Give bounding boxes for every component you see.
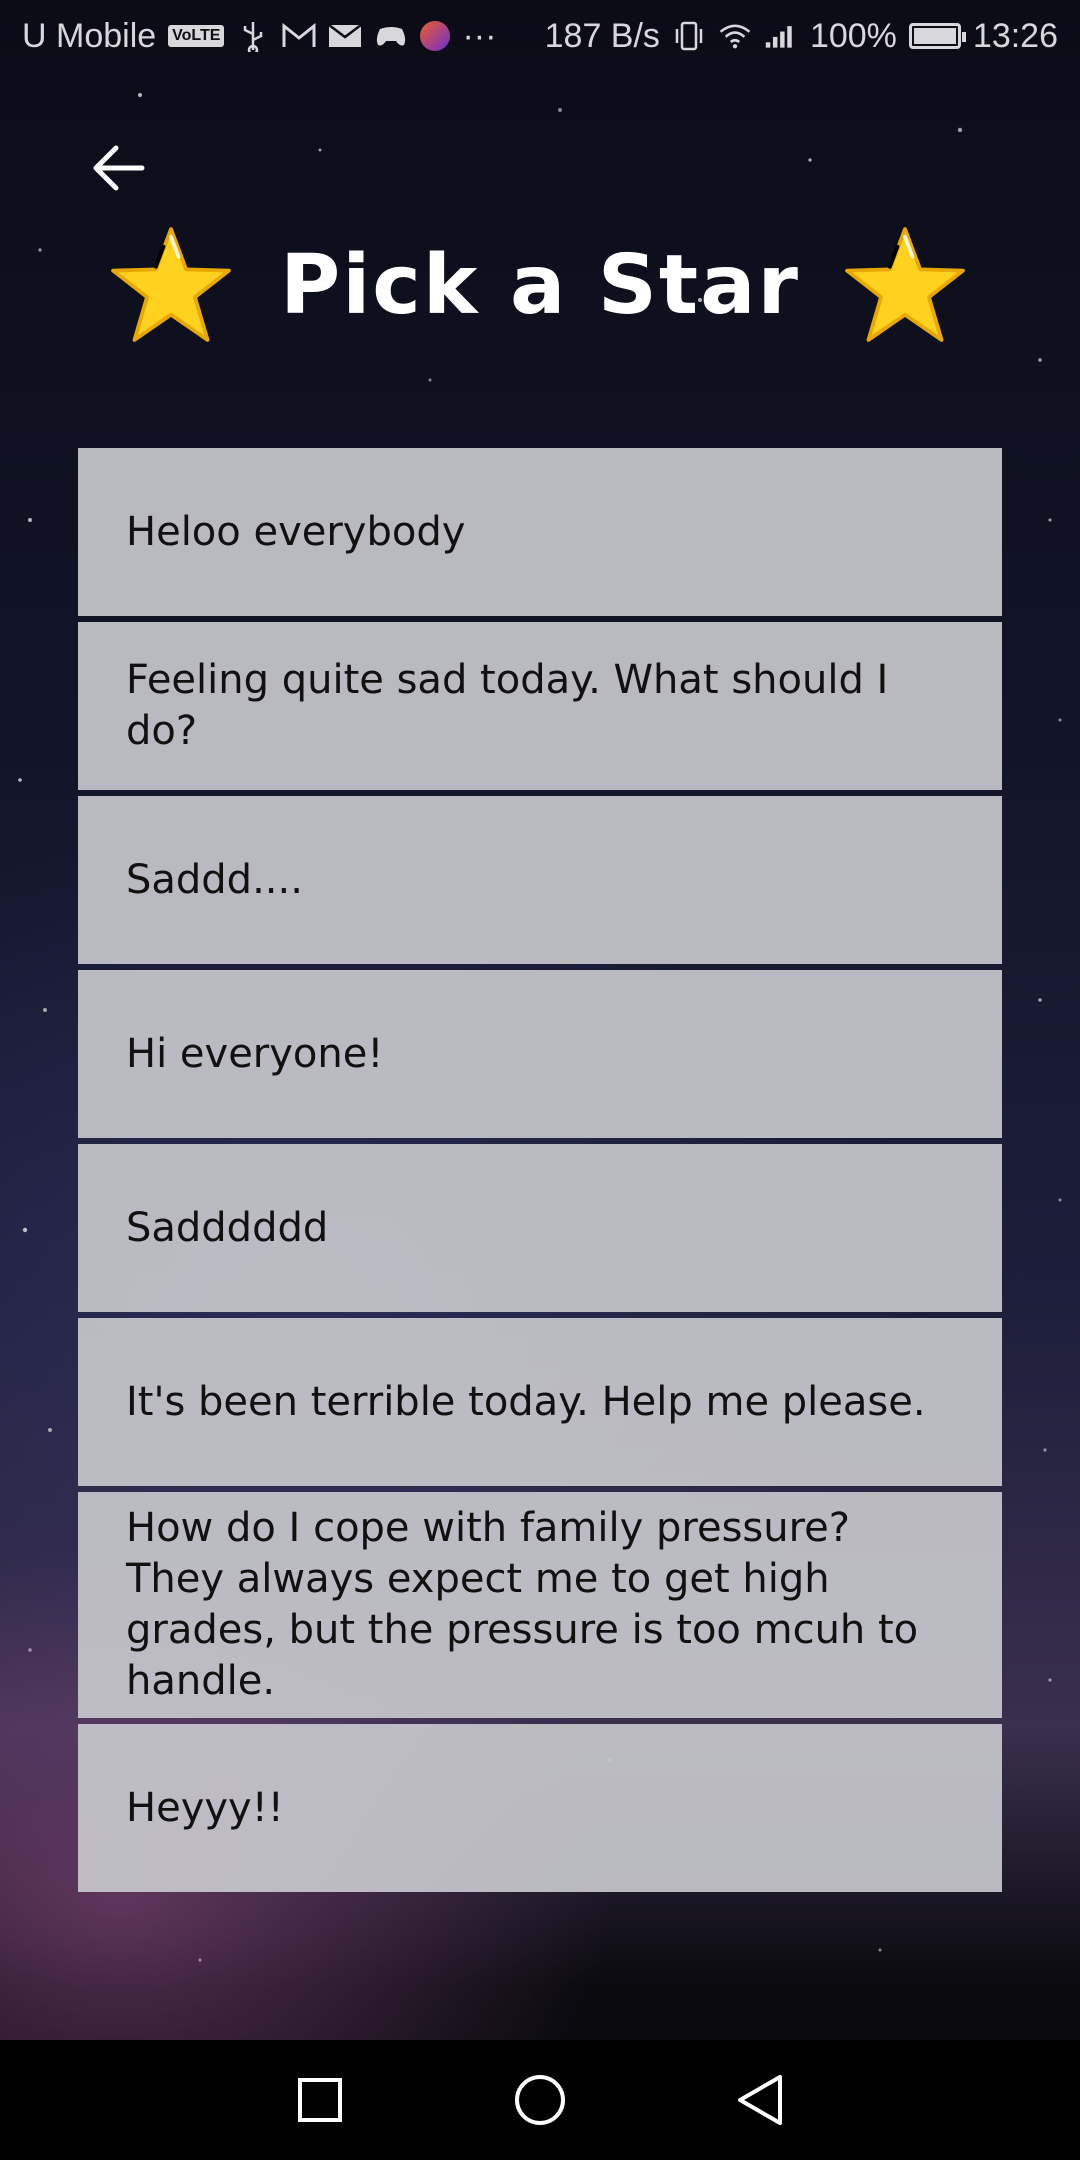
app-screen: U Mobile VoLTE ··· 187 B/s 100% 13:26 Pi… [0, 0, 1080, 2160]
usb-icon [236, 19, 270, 53]
lazada-icon [420, 21, 451, 51]
back-button[interactable] [88, 138, 148, 198]
battery-icon [908, 23, 966, 49]
navigation-bar [0, 2040, 1080, 2160]
more-notifications-icon: ··· [462, 16, 497, 55]
arrow-left-icon [93, 145, 145, 191]
title-row: Pick a Star [0, 220, 1080, 360]
status-right: 187 B/s 100% 13:26 [545, 17, 1058, 56]
game-controller-icon [374, 19, 408, 53]
battery-level [913, 28, 956, 44]
list-item[interactable]: Sadddddd [78, 1144, 1002, 1312]
signal-icon [764, 19, 798, 53]
status-bar: U Mobile VoLTE ··· 187 B/s 100% 13:26 [0, 0, 1080, 72]
status-left: U Mobile VoLTE ··· [22, 17, 496, 56]
home-button[interactable] [505, 2065, 575, 2135]
list-item[interactable]: Saddd.... [78, 796, 1002, 964]
list-item[interactable]: It's been terrible today. Help me please… [78, 1318, 1002, 1486]
clock: 13:26 [972, 16, 1058, 55]
vibrate-icon [672, 19, 706, 53]
circle-icon [515, 2075, 565, 2125]
mail-icon [328, 19, 363, 53]
gmail-icon [282, 19, 316, 53]
network-speed: 187 B/s [544, 16, 660, 55]
system-back-button[interactable] [725, 2065, 795, 2135]
list-item[interactable]: Hi everyone! [78, 970, 1002, 1138]
volte-badge: VoLTE [168, 25, 225, 47]
carrier-name: U Mobile [22, 16, 157, 55]
list-item[interactable]: Heloo everybody [78, 448, 1002, 616]
triangle-back-icon [738, 2075, 782, 2125]
wifi-icon [718, 19, 752, 53]
post-list: Heloo everybody Feeling quite sad today.… [78, 448, 1002, 1892]
recents-button[interactable] [285, 2065, 355, 2135]
battery-percent: 100% [809, 16, 897, 55]
square-icon [298, 2078, 342, 2122]
star-icon [845, 227, 965, 342]
list-item[interactable]: Feeling quite sad today. What should I d… [78, 622, 1002, 790]
list-item[interactable]: How do I cope with family pressure? They… [78, 1492, 1002, 1718]
list-item[interactable]: Heyyy!! [78, 1724, 1002, 1892]
